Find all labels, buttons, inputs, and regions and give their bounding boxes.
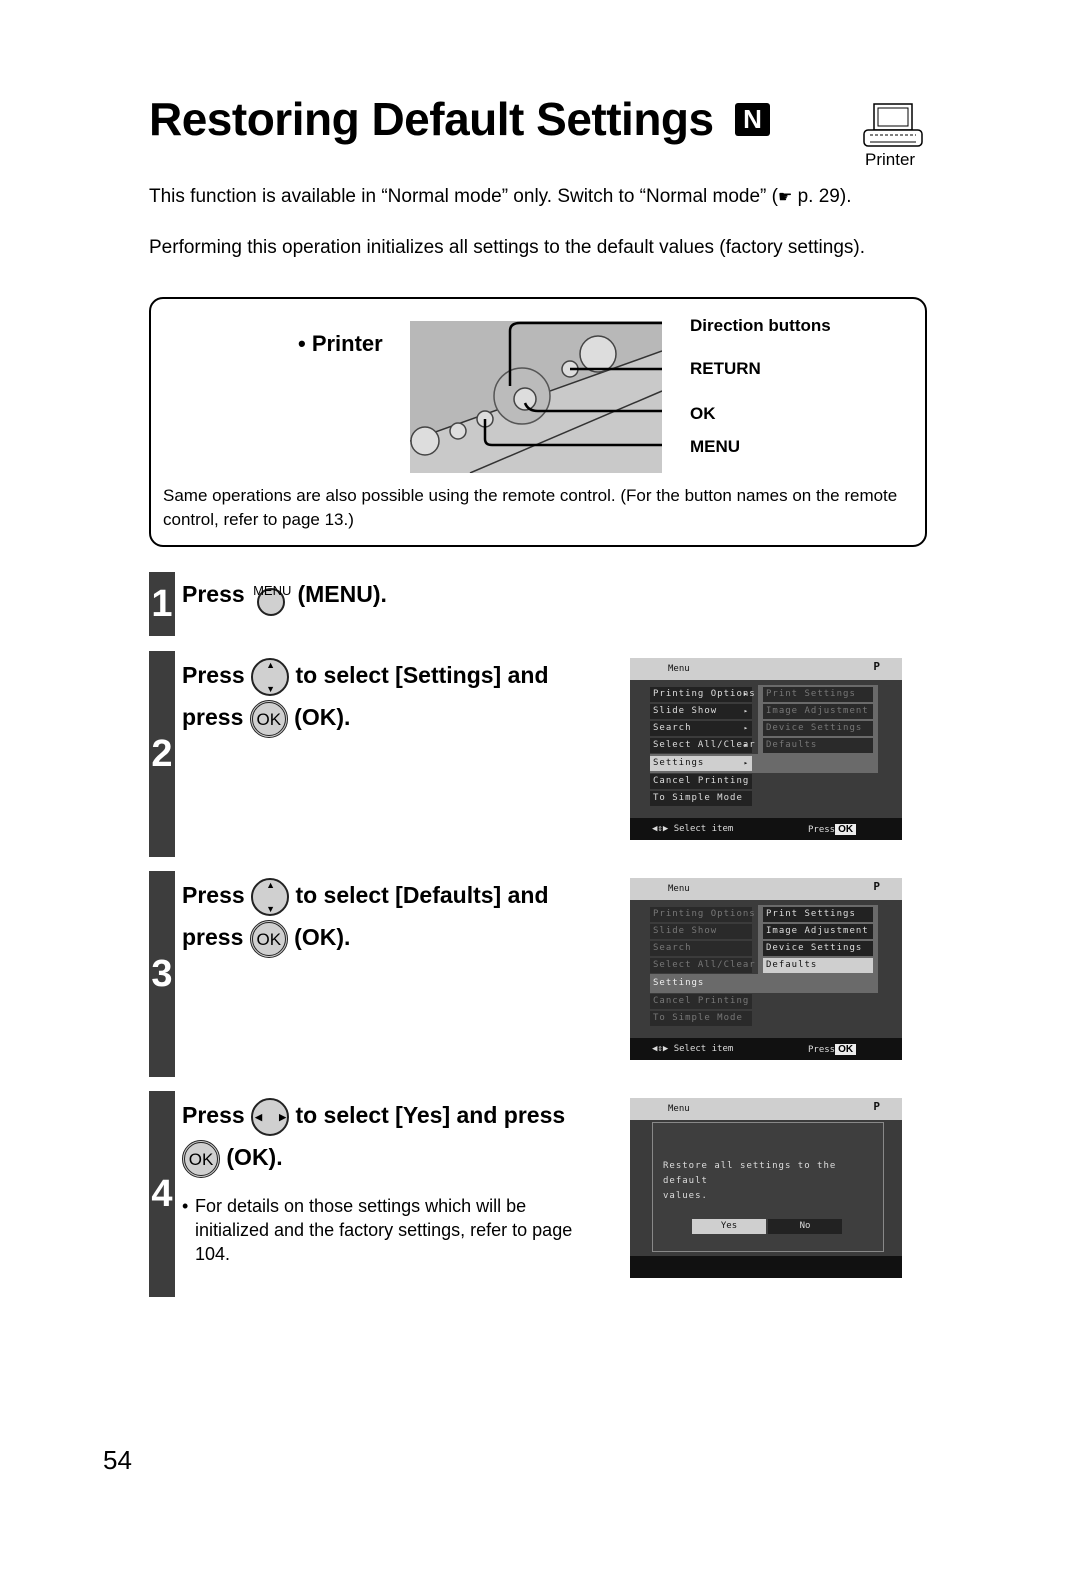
submenu-item-image-adjustment[interactable]: Image Adjustment xyxy=(763,704,873,719)
screen-footer xyxy=(630,1256,902,1278)
footer-press: Press xyxy=(808,825,836,835)
step-1-instruction: Press MENU (MENU). xyxy=(182,573,387,616)
step-4-after-text: to select [Yes] and press xyxy=(295,1102,566,1128)
step-1-press-text: Press xyxy=(182,581,245,607)
four-way-arrows-icon: ◀⇕▶ xyxy=(652,1044,669,1054)
normal-mode-badge: N xyxy=(735,103,770,136)
step-4-lcd-screen: Menu P Restore all settings to the defaul… xyxy=(630,1098,902,1278)
menu-item-cancel-printing[interactable]: Cancel Printing xyxy=(650,994,752,1009)
step-3-lcd-screen: Menu P Printing Options Slide Show Search… xyxy=(630,878,902,1060)
up-down-direction-button-icon: ▲ ▼ xyxy=(251,657,290,696)
callout-menu: MENU xyxy=(690,437,741,456)
footer-ok-badge: OK xyxy=(835,824,857,835)
step-4-note: • For details on those settings which wi… xyxy=(182,1194,602,1266)
step-4-press-text: Press xyxy=(182,1102,245,1128)
menu-item-search[interactable]: Search ▸ xyxy=(650,721,752,736)
step-4-note-text: For details on those settings which will… xyxy=(195,1196,573,1264)
menu-item-search[interactable]: Search xyxy=(650,941,752,956)
menu-item-select-all-clear[interactable]: Select All/Clear ▸ xyxy=(650,738,755,753)
menu-item-printing-options[interactable]: Printing Options xyxy=(650,907,755,922)
page-reference-link[interactable]: p. 29). xyxy=(792,186,852,207)
yes-button[interactable]: Yes xyxy=(692,1219,766,1234)
printer-mode-icon: P xyxy=(873,1100,880,1113)
footer-hint: Select item xyxy=(673,824,734,834)
callout-ok: OK xyxy=(690,404,716,423)
menu-item-settings[interactable]: Settings ▸ xyxy=(650,756,752,771)
submenu-item-image-adjustment[interactable]: Image Adjustment xyxy=(763,924,873,939)
screen-title: Menu xyxy=(668,884,690,894)
confirm-message: Restore all settings to the default value… xyxy=(663,1161,837,1201)
step-2-press-text: Press xyxy=(182,662,245,688)
submenu-item-device-settings[interactable]: Device Settings xyxy=(763,721,873,736)
printer-mode-icon: P xyxy=(873,660,880,673)
screen-footer: ◀⇕▶ Select item Press OK xyxy=(630,818,902,840)
up-down-direction-button-icon: ▲ ▼ xyxy=(251,877,290,916)
printer-mode-icon: P xyxy=(873,880,880,893)
device-icon-label: Printer xyxy=(865,150,916,169)
submenu-item-print-settings[interactable]: Print Settings xyxy=(763,687,873,702)
step-3-press-text: Press xyxy=(182,882,245,908)
confirm-dialog: Restore all settings to the default value… xyxy=(652,1122,884,1252)
footer-ok-badge: OK xyxy=(835,1044,857,1055)
submenu-item-device-settings[interactable]: Device Settings xyxy=(763,941,873,956)
submenu-item-defaults[interactable]: Defaults xyxy=(763,738,873,753)
step-3-instruction: Press ▲ ▼ to select [Defaults] and press … xyxy=(182,874,549,958)
screen-header: Menu P xyxy=(630,878,902,900)
menu-item-to-simple-mode[interactable]: To Simple Mode xyxy=(650,1011,752,1026)
intro-text: This function is available in “Normal mo… xyxy=(149,186,778,207)
step-3-after-text: to select [Defaults] and xyxy=(295,882,549,908)
screen-title: Menu xyxy=(668,664,690,674)
screen-title: Menu xyxy=(668,1104,690,1114)
footer-press: Press xyxy=(808,1045,836,1055)
submenu-item-print-settings[interactable]: Print Settings xyxy=(763,907,873,922)
menu-item-select-all-clear[interactable]: Select All/Clear xyxy=(650,958,755,973)
intro-description: Performing this operation initializes al… xyxy=(149,237,866,258)
footer-hint: Select item xyxy=(673,1044,734,1054)
remote-control-note: Same operations are also possible using … xyxy=(163,486,898,529)
pointing-hand-icon: ☛ xyxy=(777,189,793,206)
callout-return: RETURN xyxy=(690,359,761,378)
step-2-instruction: Press ▲ ▼ to select [Settings] and press … xyxy=(182,654,549,738)
intro-availability: This function is available in “Normal mo… xyxy=(149,184,851,211)
printer-control-panel-photo xyxy=(410,321,662,473)
printer-icon xyxy=(863,103,923,147)
callout-direction-buttons: Direction buttons xyxy=(690,316,831,335)
step-4-number: 4 xyxy=(149,1091,175,1297)
step-2-number: 2 xyxy=(149,651,175,857)
step-3-press2-text: press xyxy=(182,924,244,950)
printer-subheading: • Printer xyxy=(298,331,383,356)
ok-button-icon: OK xyxy=(249,919,288,958)
menu-item-to-simple-mode[interactable]: To Simple Mode xyxy=(650,791,752,806)
step-2-after-text: to select [Settings] and xyxy=(295,662,549,688)
page-title: Restoring Default Settings xyxy=(149,93,714,145)
step-2-lcd-screen: Menu P Printing Options ▸ Slide Show ▸ Sear… xyxy=(630,658,902,840)
screen-footer: ◀⇕▶ Select item Press OK xyxy=(630,1038,902,1060)
menu-item-slide-show[interactable]: Slide Show ▸ xyxy=(650,704,752,719)
screen-header: Menu P xyxy=(630,1098,902,1120)
no-button[interactable]: No xyxy=(768,1219,842,1234)
menu-item-printing-options[interactable]: Printing Options ▸ xyxy=(650,687,755,702)
menu-icon-label: MENU xyxy=(253,582,292,598)
submenu-item-defaults[interactable]: Defaults xyxy=(763,958,873,973)
step-1-after-text: (MENU). xyxy=(297,581,387,607)
step-4-instruction: Press ◀ ▶ to select [Yes] and press OK (O… xyxy=(182,1094,565,1178)
menu-button-icon: MENU xyxy=(253,583,291,616)
step-3-number: 3 xyxy=(149,871,175,1077)
four-way-arrows-icon: ◀⇕▶ xyxy=(652,824,669,834)
ok-button-icon: OK xyxy=(249,699,288,738)
bullet-icon: • xyxy=(182,1196,189,1216)
step-1-number: 1 xyxy=(149,572,175,636)
step-3-after2-text: (OK). xyxy=(294,924,351,950)
ok-button-icon: OK xyxy=(182,1139,220,1178)
screen-header: Menu P xyxy=(630,658,902,680)
step-2-after2-text: (OK). xyxy=(294,704,351,730)
page-number: 54 xyxy=(103,1445,132,1475)
left-right-direction-button-icon: ◀ ▶ xyxy=(251,1097,290,1136)
step-4-after2-text: (OK). xyxy=(226,1144,283,1170)
step-2-press2-text: press xyxy=(182,704,244,730)
menu-item-slide-show[interactable]: Slide Show xyxy=(650,924,752,939)
menu-item-settings[interactable]: Settings xyxy=(650,976,752,991)
menu-item-cancel-printing[interactable]: Cancel Printing xyxy=(650,774,752,789)
